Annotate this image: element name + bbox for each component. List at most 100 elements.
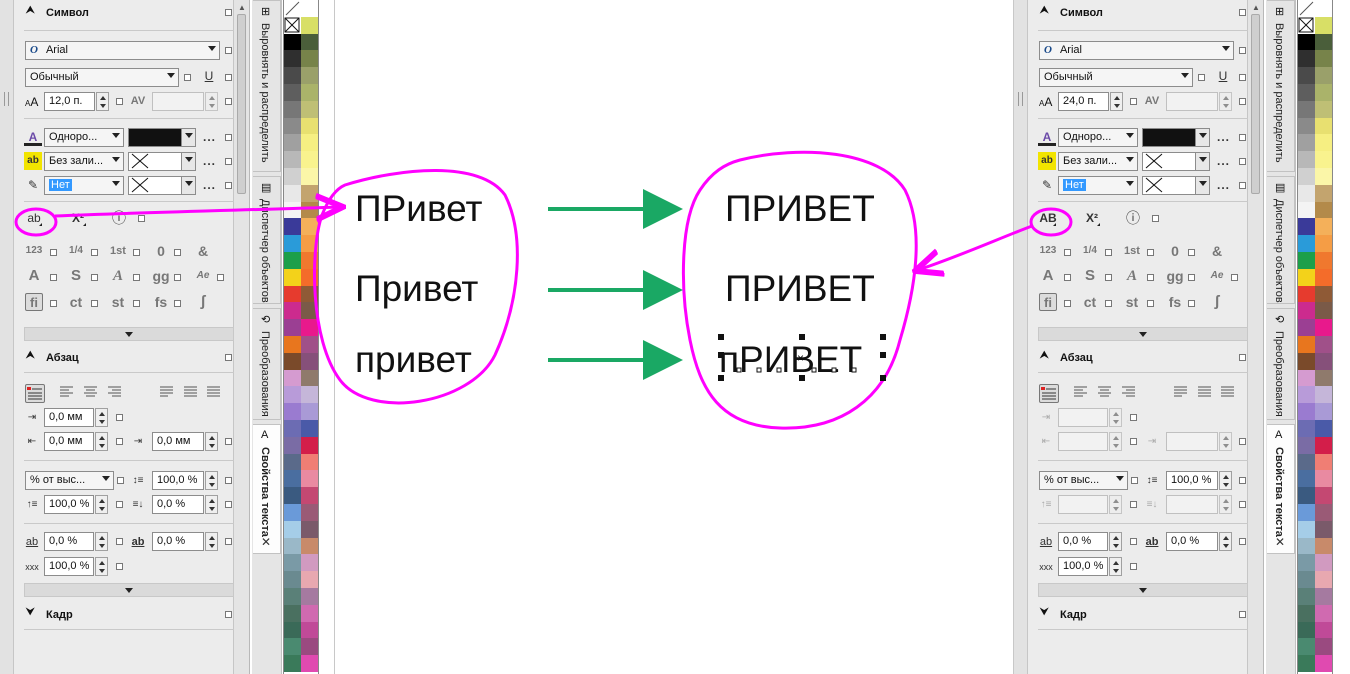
- case-icon[interactable]: AB: [1039, 209, 1057, 227]
- word-right-2[interactable]: ПРИВЕТ: [725, 268, 875, 310]
- color-swatch[interactable]: [1315, 470, 1332, 488]
- symbol-section-header[interactable]: ⮝ Символ: [1028, 3, 1248, 23]
- tab-transformations[interactable]: ⟲ Преобразования: [253, 308, 281, 420]
- size-option-check[interactable]: [116, 98, 123, 105]
- ordinal-check[interactable]: [133, 249, 140, 256]
- color-swatch[interactable]: [1298, 352, 1315, 370]
- outline-color-select[interactable]: [128, 176, 196, 195]
- color-swatch[interactable]: [284, 655, 301, 673]
- color-swatch[interactable]: [284, 33, 301, 51]
- align-force-justify-icon[interactable]: [207, 386, 221, 398]
- space-before-input[interactable]: [1058, 495, 1108, 514]
- color-swatch[interactable]: [1315, 504, 1332, 521]
- color-swatch[interactable]: [301, 100, 318, 118]
- space-after-input[interactable]: 0,0 %: [152, 495, 204, 514]
- ae-check[interactable]: [217, 274, 224, 281]
- background-option-check[interactable]: [1239, 158, 1246, 165]
- superscript-icon[interactable]: X²: [1083, 209, 1101, 227]
- color-swatch[interactable]: [1298, 319, 1315, 337]
- color-swatch[interactable]: [1298, 504, 1315, 521]
- fill-type-select[interactable]: Одноро...: [1058, 128, 1138, 147]
- color-swatch[interactable]: [1298, 453, 1315, 471]
- char-spacing-check[interactable]: [116, 538, 123, 545]
- color-swatch[interactable]: [1298, 420, 1315, 437]
- color-swatch[interactable]: [1298, 487, 1315, 505]
- line-spacing-spinner[interactable]: [1219, 471, 1232, 490]
- color-swatch[interactable]: [1298, 218, 1315, 236]
- eyedropper-swatch[interactable]: [284, 0, 301, 17]
- style-option-check[interactable]: [184, 74, 191, 81]
- color-swatch[interactable]: [1298, 638, 1315, 656]
- font-family-select[interactable]: O Arial: [1039, 41, 1234, 60]
- background-color-select[interactable]: [1142, 152, 1210, 171]
- circled-info-icon[interactable]: ⓘ: [1124, 209, 1142, 227]
- color-swatch[interactable]: [1315, 403, 1332, 421]
- color-swatch[interactable]: [301, 453, 318, 471]
- color-swatch[interactable]: [284, 352, 301, 370]
- circled-info-icon[interactable]: ⓘ: [110, 209, 128, 227]
- right-indent-input[interactable]: 0,0 мм: [152, 432, 204, 451]
- kerning-spinner[interactable]: [1219, 92, 1232, 111]
- swash-icon[interactable]: &: [194, 242, 212, 260]
- scrollbar-thumb[interactable]: [1251, 14, 1260, 194]
- align-center-icon[interactable]: [84, 386, 98, 398]
- st-check[interactable]: [1147, 300, 1154, 307]
- color-swatch[interactable]: [284, 504, 301, 521]
- outline-type-select[interactable]: Нет: [44, 176, 124, 195]
- color-swatch[interactable]: [301, 470, 318, 488]
- color-swatch[interactable]: [1298, 470, 1315, 488]
- fill-color-select[interactable]: [1142, 128, 1210, 147]
- close-icon[interactable]: ✕: [261, 535, 271, 549]
- color-swatch[interactable]: [301, 604, 318, 622]
- gg-icon[interactable]: gg: [152, 267, 170, 285]
- panel-grip[interactable]: [4, 92, 9, 106]
- color-swatch[interactable]: [1315, 554, 1332, 572]
- color-swatch[interactable]: [1315, 352, 1332, 370]
- color-swatch[interactable]: [1315, 638, 1332, 656]
- background-color-select[interactable]: [128, 152, 196, 171]
- language-spacing-input[interactable]: 100,0 %: [44, 557, 94, 576]
- underline-option-check[interactable]: [225, 74, 232, 81]
- ordinal-check[interactable]: [1147, 249, 1154, 256]
- language-spacing-spinner[interactable]: [1109, 557, 1122, 576]
- color-swatch[interactable]: [1298, 436, 1315, 454]
- color-swatch[interactable]: [1315, 537, 1332, 555]
- close-icon[interactable]: ✕: [1275, 535, 1285, 549]
- word-right-3[interactable]: пРИВЕТ: [719, 339, 862, 381]
- word-left-3[interactable]: привет: [355, 339, 472, 381]
- ae-icon[interactable]: Ae: [1208, 267, 1226, 285]
- outline-option-check[interactable]: [1239, 182, 1246, 189]
- word-spacing-input[interactable]: 0,0 %: [1166, 532, 1218, 551]
- word-spacing-check[interactable]: [225, 538, 232, 545]
- word-spacing-check[interactable]: [1239, 538, 1246, 545]
- tab-object-manager[interactable]: ▤ Диспетчер объектов: [1267, 176, 1295, 304]
- color-swatch[interactable]: [1298, 604, 1315, 622]
- ct-check[interactable]: [1105, 300, 1112, 307]
- word-spacing-spinner[interactable]: [1219, 532, 1232, 551]
- outline-option-check[interactable]: [225, 182, 232, 189]
- color-swatch[interactable]: [284, 319, 301, 337]
- kerning-input[interactable]: [1166, 92, 1218, 111]
- fi-check[interactable]: [50, 300, 57, 307]
- right-indent-check[interactable]: [1239, 438, 1246, 445]
- st-check[interactable]: [133, 300, 140, 307]
- color-swatch[interactable]: [284, 336, 301, 353]
- color-swatch[interactable]: [301, 252, 318, 269]
- color-swatch[interactable]: [301, 33, 318, 51]
- color-swatch[interactable]: [301, 554, 318, 572]
- color-swatch[interactable]: [1298, 50, 1315, 68]
- fill-more-button[interactable]: ...: [203, 130, 216, 144]
- color-swatch[interactable]: [1298, 588, 1315, 605]
- align-center-icon[interactable]: [1098, 386, 1112, 398]
- ligature-fs-icon[interactable]: fs: [152, 293, 170, 311]
- color-swatch[interactable]: [284, 403, 301, 421]
- left-indent-input[interactable]: 0,0 мм: [44, 432, 94, 451]
- color-swatch[interactable]: [301, 386, 318, 404]
- tab-transformations[interactable]: ⟲ Преобразования: [1267, 308, 1295, 420]
- font-option-check[interactable]: [225, 47, 232, 54]
- color-swatch[interactable]: [301, 487, 318, 505]
- color-swatch[interactable]: [301, 235, 318, 253]
- leading-unit-select[interactable]: % от выс...: [1039, 471, 1128, 490]
- align-force-justify-icon[interactable]: [1221, 386, 1235, 398]
- color-swatch[interactable]: [1315, 218, 1332, 236]
